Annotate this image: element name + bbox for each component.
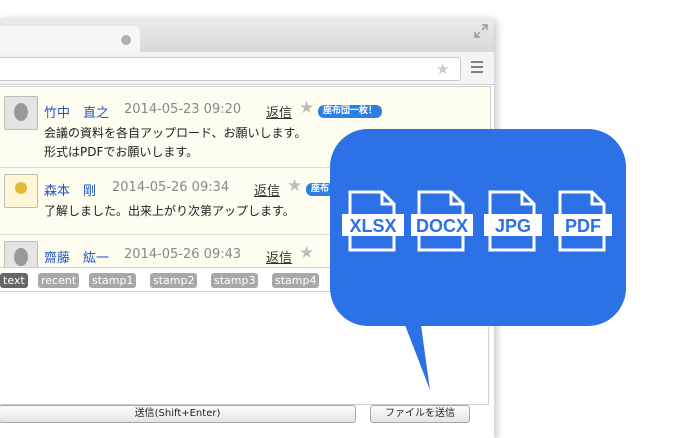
file-type-label: DOCX bbox=[416, 216, 468, 236]
document-icon: PDF bbox=[554, 190, 612, 252]
document-icon: XLSX bbox=[342, 190, 404, 252]
file-type-label: JPG bbox=[495, 216, 531, 236]
file-type-label: XLSX bbox=[349, 216, 396, 236]
document-icon: JPG bbox=[484, 190, 542, 252]
document-icon: DOCX bbox=[411, 190, 473, 252]
file-type-label: PDF bbox=[565, 216, 601, 236]
